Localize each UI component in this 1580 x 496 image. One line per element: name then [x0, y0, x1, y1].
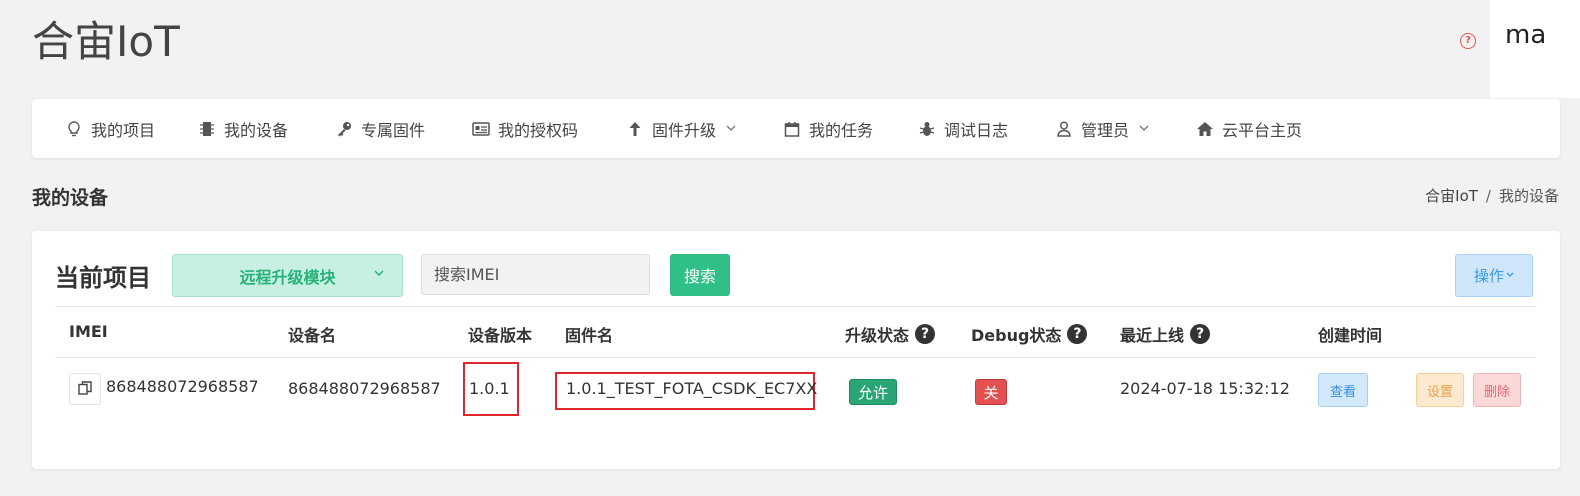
- nav-item-debug-logs[interactable]: 调试日志: [918, 99, 1008, 158]
- view-button[interactable]: 查看: [1318, 373, 1368, 407]
- debug-status-badge[interactable]: 关: [975, 379, 1007, 405]
- column-header-label: 最近上线: [1120, 326, 1185, 345]
- chevron-down-icon: [726, 122, 736, 135]
- nav-item-label: 我的项目: [91, 120, 156, 140]
- question-circle-icon[interactable]: ?: [915, 324, 936, 344]
- bug-icon: [918, 120, 936, 138]
- table-header-divider: [55, 357, 1536, 358]
- nav-item-firmware-upgrade[interactable]: 固件升级: [626, 99, 736, 158]
- cell-imei: 868488072968587: [106, 377, 259, 396]
- nav-item-my-projects[interactable]: 我的项目: [65, 99, 155, 158]
- nav-item-label: 管理员: [1081, 120, 1130, 140]
- user-icon: [1055, 120, 1073, 138]
- breadcrumb: 合宙IoT / 我的设备: [1425, 185, 1559, 206]
- page-title: 我的设备: [32, 187, 109, 209]
- nav-item-label: 固件升级: [652, 120, 717, 140]
- cell-device-name: 868488072968587: [288, 379, 441, 398]
- chevron-down-icon: [1139, 122, 1149, 135]
- breadcrumb-current: 我的设备: [1498, 187, 1559, 205]
- delete-button[interactable]: 删除: [1473, 373, 1521, 407]
- column-header-firmware: 固件名: [565, 326, 614, 345]
- chevron-down-icon: [374, 267, 384, 280]
- question-circle-icon[interactable]: ?: [1460, 33, 1476, 49]
- question-circle-icon[interactable]: ?: [1190, 324, 1211, 344]
- imei-search-input[interactable]: [421, 254, 650, 295]
- nav-item-cloud-home[interactable]: 云平台主页: [1196, 99, 1302, 158]
- project-select[interactable]: 远程升级模块: [172, 254, 403, 297]
- nav-item-label: 专属固件: [361, 120, 426, 140]
- column-header-debug-status: Debug状态 ?: [971, 322, 1088, 346]
- nav-item-label: 云平台主页: [1222, 120, 1303, 140]
- column-header-created-time: 创建时间: [1318, 326, 1383, 345]
- chip-icon: [198, 120, 216, 138]
- column-header-upgrade-status: 升级状态 ?: [845, 322, 936, 346]
- nav-item-admin[interactable]: 管理员: [1055, 99, 1149, 158]
- cell-device-version: 1.0.1: [469, 379, 510, 398]
- cell-firmware: 1.0.1_TEST_FOTA_CSDK_EC7XX: [566, 379, 818, 398]
- table-top-divider: [55, 306, 1536, 307]
- nav-item-label: 我的授权码: [498, 120, 579, 140]
- device-panel: 当前项目 远程升级模块 搜索 操作 IMEI 设备名 设备版本 固件名 升级状态…: [32, 231, 1560, 469]
- column-header-device-version: 设备版本: [468, 326, 533, 345]
- column-header-label: 升级状态: [845, 326, 910, 345]
- breadcrumb-separator: /: [1485, 187, 1491, 205]
- nav-item-my-devices[interactable]: 我的设备: [198, 99, 288, 158]
- operations-button[interactable]: 操作: [1455, 254, 1533, 297]
- upgrade-status-badge[interactable]: 允许: [849, 379, 897, 405]
- arrow-up-icon: [626, 120, 644, 138]
- copy-icon: [78, 380, 92, 399]
- breadcrumb-root[interactable]: 合宙IoT: [1425, 187, 1478, 205]
- settings-button[interactable]: 设置: [1416, 373, 1464, 407]
- operations-label: 操作: [1473, 267, 1504, 285]
- main-nav: 我的项目 我的设备 专属固件 我的授权码 固件升级 我的任务 调试日志 管理员 …: [32, 99, 1560, 158]
- copy-imei-button[interactable]: [69, 373, 101, 405]
- cell-last-online: 2024-07-18 15:32:12: [1120, 379, 1290, 398]
- brand-title: 合宙IoT: [32, 17, 180, 66]
- current-project-label: 当前项目: [55, 264, 151, 292]
- home-icon: [1196, 120, 1214, 138]
- nav-item-my-tasks[interactable]: 我的任务: [783, 99, 873, 158]
- nav-item-label: 我的设备: [224, 120, 289, 140]
- column-header-imei: IMEI: [69, 322, 108, 341]
- calendar-icon: [783, 120, 801, 138]
- nav-item-label: 我的任务: [809, 120, 874, 140]
- id-card-icon: [472, 120, 490, 138]
- nav-item-label: 调试日志: [944, 120, 1009, 140]
- search-button[interactable]: 搜索: [670, 254, 730, 296]
- column-header-label: Debug状态: [971, 326, 1062, 345]
- column-header-last-online: 最近上线 ?: [1120, 322, 1211, 346]
- lightbulb-icon: [65, 120, 83, 138]
- nav-item-exclusive-firmware[interactable]: 专属固件: [335, 99, 425, 158]
- project-select-value: 远程升级模块: [239, 267, 336, 287]
- column-header-device-name: 设备名: [288, 326, 337, 345]
- key-icon: [335, 120, 353, 138]
- chevron-down-icon: [1506, 270, 1514, 281]
- user-name[interactable]: ma: [1505, 20, 1546, 50]
- question-circle-icon[interactable]: ?: [1067, 324, 1088, 344]
- nav-item-auth-codes[interactable]: 我的授权码: [472, 99, 578, 158]
